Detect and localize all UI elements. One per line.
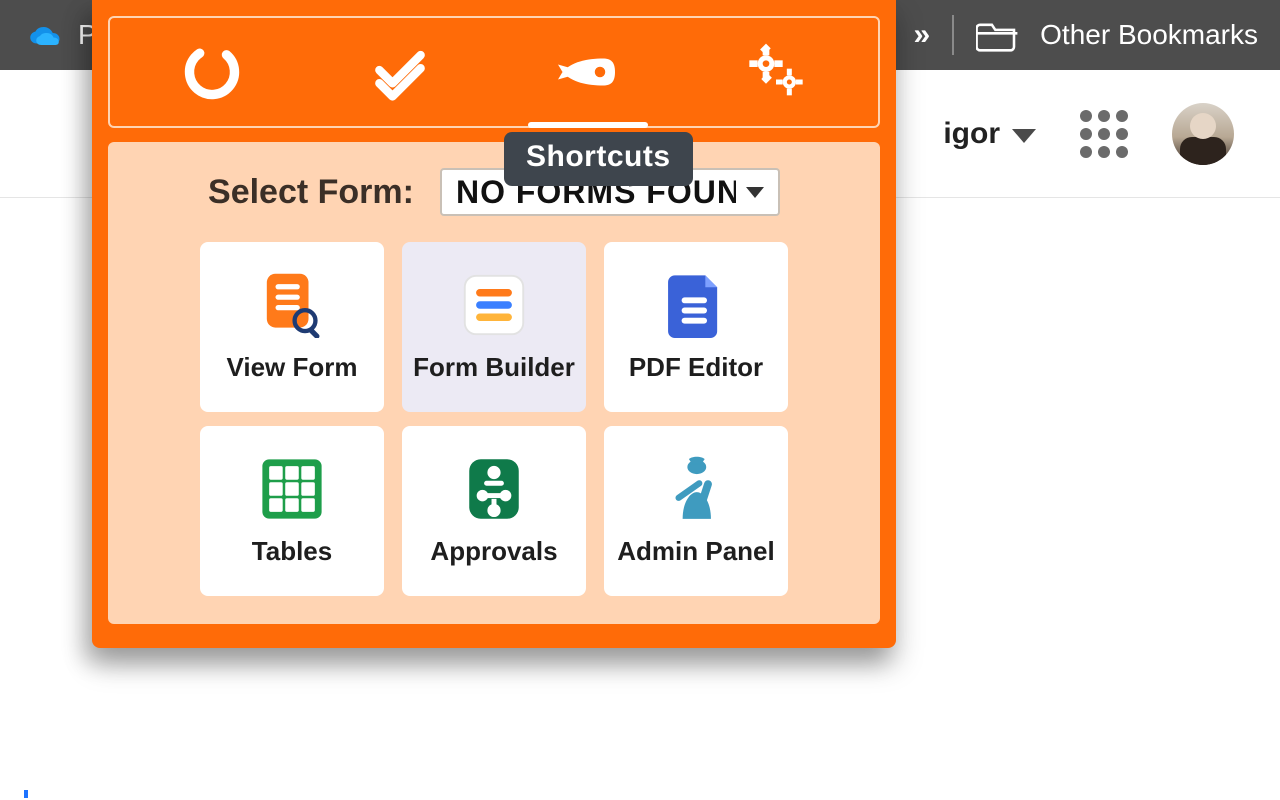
view-form-icon bbox=[259, 272, 325, 338]
popup-tab-shortcuts[interactable] bbox=[528, 30, 648, 114]
card-label: Tables bbox=[252, 536, 332, 567]
card-pdf-editor[interactable]: PDF Editor bbox=[604, 242, 788, 412]
card-view-form[interactable]: View Form bbox=[200, 242, 384, 412]
admin-panel-icon bbox=[663, 456, 729, 522]
double-check-icon bbox=[370, 42, 430, 102]
popup-tab-tooltip: Shortcuts bbox=[504, 132, 693, 186]
bookmark-divider bbox=[952, 15, 954, 55]
select-form-label: Select Form: bbox=[208, 173, 414, 212]
approvals-icon bbox=[461, 456, 527, 522]
card-tables[interactable]: Tables bbox=[200, 426, 384, 596]
form-builder-icon bbox=[461, 272, 527, 338]
apps-launcher-icon[interactable] bbox=[1080, 110, 1128, 158]
rocket-icon bbox=[558, 42, 618, 102]
onedrive-icon[interactable] bbox=[28, 24, 64, 46]
active-tab-underline bbox=[528, 122, 648, 128]
card-label: PDF Editor bbox=[629, 352, 763, 383]
chevron-down-icon bbox=[1012, 129, 1036, 143]
folder-icon[interactable] bbox=[976, 18, 1018, 52]
card-form-builder[interactable]: Form Builder bbox=[402, 242, 586, 412]
popup-tab-status[interactable] bbox=[152, 30, 272, 114]
card-label: Approvals bbox=[430, 536, 557, 567]
popup-tabbar bbox=[108, 16, 880, 128]
extension-popup: Shortcuts Select Form: NO FORMS FOUN bbox=[92, 0, 896, 648]
shortcut-cards-grid: View Form Form Builder bbox=[200, 242, 788, 596]
gears-icon bbox=[746, 42, 806, 102]
bookmarks-overflow-icon[interactable]: » bbox=[913, 18, 930, 52]
tables-icon bbox=[259, 456, 325, 522]
avatar[interactable] bbox=[1172, 103, 1234, 165]
card-approvals[interactable]: Approvals bbox=[402, 426, 586, 596]
pdf-editor-icon bbox=[663, 272, 729, 338]
user-menu-label: igor bbox=[943, 117, 1000, 151]
card-label: Admin Panel bbox=[617, 536, 774, 567]
card-admin-panel[interactable]: Admin Panel bbox=[604, 426, 788, 596]
user-menu[interactable]: igor bbox=[943, 117, 1036, 151]
chevron-down-icon bbox=[746, 187, 764, 198]
spinner-icon bbox=[182, 42, 242, 102]
popup-tab-tasks[interactable] bbox=[340, 30, 460, 114]
popup-tab-settings[interactable] bbox=[716, 30, 836, 114]
other-bookmarks-label[interactable]: Other Bookmarks bbox=[1040, 19, 1258, 51]
card-label: Form Builder bbox=[413, 352, 575, 383]
text-cursor-indicator bbox=[24, 790, 28, 798]
card-label: View Form bbox=[226, 352, 357, 383]
popup-body: Select Form: NO FORMS FOUN bbox=[108, 142, 880, 624]
